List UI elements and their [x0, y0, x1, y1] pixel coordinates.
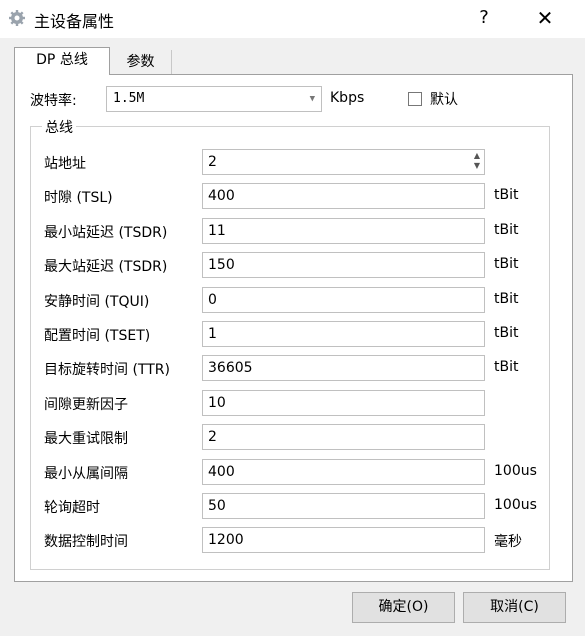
- default-checkbox-label: 默认: [430, 92, 458, 108]
- param-input[interactable]: 36605: [202, 355, 485, 381]
- param-unit: tBit: [494, 222, 519, 238]
- station-address-spinner[interactable]: 2 ▲ ▼: [202, 149, 485, 175]
- param-value: 150: [208, 257, 235, 273]
- param-value: 10: [208, 395, 226, 411]
- title-bar: 主设备属性 ? ✕: [0, 0, 585, 38]
- param-input[interactable]: 1200: [202, 527, 485, 553]
- param-unit: tBit: [494, 325, 519, 341]
- tab-dp-bus[interactable]: DP 总线: [14, 47, 110, 75]
- param-input[interactable]: 10: [202, 390, 485, 416]
- tab-parameters[interactable]: 参数: [110, 50, 172, 76]
- param-unit: tBit: [494, 187, 519, 203]
- param-label: 数据控制时间: [44, 534, 128, 550]
- param-label: 最小站延迟 (TSDR): [44, 225, 168, 241]
- param-label: 间隙更新因子: [44, 397, 128, 413]
- param-label: 时隙 (TSL): [44, 190, 113, 206]
- param-unit: tBit: [494, 256, 519, 272]
- param-label: 轮询超时: [44, 500, 100, 516]
- cancel-button[interactable]: 取消(C): [463, 592, 566, 623]
- help-button[interactable]: ?: [470, 4, 498, 32]
- baud-rate-value: 1.5M: [113, 91, 145, 106]
- param-label: 最大重试限制: [44, 431, 128, 447]
- param-value: 50: [208, 498, 226, 514]
- param-input[interactable]: 400: [202, 183, 485, 209]
- close-button[interactable]: ✕: [530, 4, 560, 32]
- param-label: 最小从属间隔: [44, 466, 128, 482]
- param-value: 1: [208, 326, 217, 342]
- param-input[interactable]: 1: [202, 321, 485, 347]
- gear-icon: [9, 10, 25, 26]
- bus-group-title: 总线: [42, 117, 76, 137]
- param-input[interactable]: 400: [202, 459, 485, 485]
- param-value: 0: [208, 292, 217, 308]
- param-label: 目标旋转时间 (TTR): [44, 362, 170, 378]
- chevron-down-icon: ▼: [309, 94, 315, 104]
- param-label: 安静时间 (TQUI): [44, 294, 150, 310]
- param-value: 2: [208, 154, 217, 170]
- param-value: 11: [208, 223, 226, 239]
- param-input[interactable]: 2: [202, 424, 485, 450]
- param-value: 400: [208, 188, 235, 204]
- param-value: 1200: [208, 532, 244, 548]
- param-input[interactable]: 0: [202, 287, 485, 313]
- param-value: 36605: [208, 360, 253, 376]
- param-unit: 毫秒: [494, 534, 522, 550]
- baud-rate-select[interactable]: 1.5M ▼: [106, 86, 322, 112]
- default-checkbox[interactable]: [408, 92, 422, 106]
- window-title: 主设备属性: [34, 12, 115, 31]
- param-label: 站地址: [44, 156, 86, 172]
- param-value: 2: [208, 429, 217, 445]
- param-input[interactable]: 50: [202, 493, 485, 519]
- baud-rate-label: 波特率:: [30, 93, 77, 109]
- param-unit: 100us: [494, 497, 537, 513]
- param-unit: tBit: [494, 291, 519, 307]
- param-input[interactable]: 11: [202, 218, 485, 244]
- spinner-arrows-icon[interactable]: ▲ ▼: [474, 151, 480, 171]
- param-unit: 100us: [494, 463, 537, 479]
- param-label: 配置时间 (TSET): [44, 328, 151, 344]
- param-input[interactable]: 150: [202, 252, 485, 278]
- baud-rate-unit: Kbps: [330, 90, 365, 106]
- param-unit: tBit: [494, 359, 519, 375]
- ok-button[interactable]: 确定(O): [352, 592, 455, 623]
- param-label: 最大站延迟 (TSDR): [44, 259, 168, 275]
- param-value: 400: [208, 464, 235, 480]
